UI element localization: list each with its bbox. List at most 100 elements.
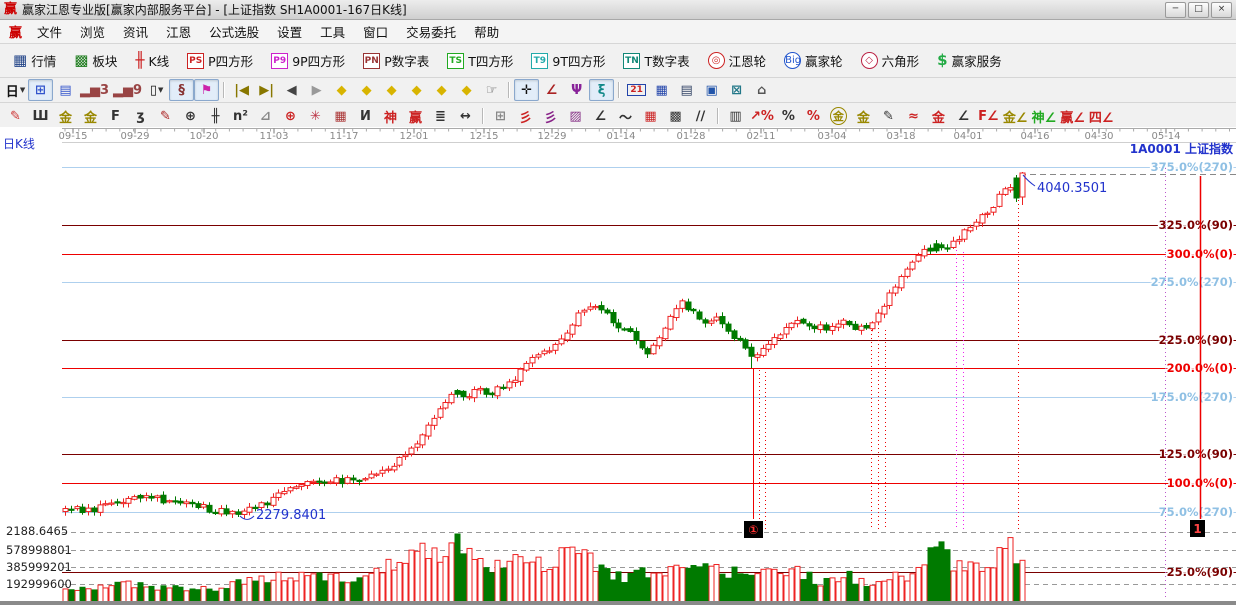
zigzag-tool[interactable]: 〜 xyxy=(613,105,638,127)
pencil-tool[interactable]: ✎ xyxy=(3,105,28,127)
menu-settings[interactable]: 设置 xyxy=(268,20,311,43)
menu-browse[interactable]: 浏览 xyxy=(71,20,114,43)
fan-grid-tool[interactable]: ▨ xyxy=(563,105,588,127)
protractor-tool[interactable]: ⊿ xyxy=(253,105,278,127)
gann-frame-tool[interactable]: ⊞ xyxy=(488,105,513,127)
circle-ruler-tool[interactable]: ⊕ xyxy=(178,105,203,127)
brush-tool[interactable]: ✎ xyxy=(153,105,178,127)
pattern-window-button[interactable]: ⊞ xyxy=(28,79,53,101)
9p-square-button[interactable]: P9 9P四方形 xyxy=(262,47,354,74)
menu-trade-entrust[interactable]: 交易委托 xyxy=(397,20,465,43)
menu-window[interactable]: 窗口 xyxy=(354,20,397,43)
ying-angle-tool[interactable]: 赢∠ xyxy=(1058,105,1087,127)
fan-lines-tool[interactable]: 彡 xyxy=(513,105,538,127)
si-angle-tool[interactable]: 四∠ xyxy=(1087,105,1116,127)
menu-file[interactable]: 文件 xyxy=(28,20,71,43)
percent-tool[interactable]: % xyxy=(776,105,801,127)
spiral-tool[interactable]: ʒ xyxy=(128,105,153,127)
ink-brush-tool[interactable]: ✎ xyxy=(876,105,901,127)
star-target-tool[interactable]: ✳ xyxy=(303,105,328,127)
gold-comb-tool[interactable]: 金 xyxy=(53,105,78,127)
menu-gann[interactable]: 江恩 xyxy=(157,20,200,43)
hand-tool-button[interactable]: ☞ xyxy=(479,79,504,101)
grid-target-tool[interactable]: ▦ xyxy=(328,105,353,127)
t-number-table-button[interactable]: TN T数字表 xyxy=(614,47,698,74)
export-button[interactable]: ⊠ xyxy=(724,79,749,101)
menu-help[interactable]: 帮助 xyxy=(465,20,508,43)
diamond-right-button[interactable]: ◆ xyxy=(354,79,379,101)
ruler-123-tool[interactable]: ≣ xyxy=(428,105,453,127)
notepad-button[interactable]: ▤ xyxy=(674,79,699,101)
menu-tools[interactable]: 工具 xyxy=(311,20,354,43)
diamond-horizontal-button[interactable]: ◆ xyxy=(379,79,404,101)
diamond-left-button[interactable]: ◆ xyxy=(329,79,354,101)
t-square-button[interactable]: TS T四方形 xyxy=(438,47,522,74)
info-list-button[interactable]: ▤ xyxy=(53,79,78,101)
shen-tool[interactable]: 神 xyxy=(378,105,403,127)
window-close-button[interactable]: × xyxy=(1211,1,1232,18)
date-label: 09-29 xyxy=(120,131,149,142)
save-button[interactable]: ▣ xyxy=(699,79,724,101)
slant-lines-tool[interactable]: ∕∕ xyxy=(688,105,713,127)
width-measure-tool[interactable]: ↔ xyxy=(453,105,478,127)
first-bar-button[interactable]: |◀ xyxy=(229,79,254,101)
fan-box-tool[interactable]: 彡 xyxy=(538,105,563,127)
f-angle-tool[interactable]: F∠ xyxy=(976,105,1001,127)
gold-angle-tool[interactable]: 金∠ xyxy=(1001,105,1030,127)
percent-red-tool[interactable]: % xyxy=(801,105,826,127)
diamond-move-button[interactable]: ◆ xyxy=(454,79,479,101)
period-day-button[interactable]: 日 ▼ xyxy=(3,79,28,101)
gann-wheel-button[interactable]: ◎ 江恩轮 xyxy=(699,47,776,74)
gold-circle-tool[interactable]: 金 xyxy=(826,105,851,127)
angle-ruler-button[interactable]: ∠ xyxy=(539,79,564,101)
minor-cycle-9-button[interactable]: ▂▅9 xyxy=(111,79,144,101)
angle-rays-tool[interactable]: ∠ xyxy=(588,105,613,127)
brain-tool-button[interactable]: ξ xyxy=(589,79,615,101)
window-maximize-button[interactable]: □ xyxy=(1188,1,1209,18)
winner-service-button[interactable]: $ 赢家服务 xyxy=(928,47,1010,74)
crosshair-button[interactable]: ✛ xyxy=(514,79,540,101)
sectors-button[interactable]: ▩ 板块 xyxy=(65,47,126,74)
workstation-button[interactable]: ⌂ xyxy=(749,79,774,101)
prev-bar-button[interactable]: ◀ xyxy=(279,79,304,101)
chart-canvas[interactable]: 09-15 09-29 10-20 11-03 11-17 12-01 12-15 12-29… xyxy=(0,127,1236,605)
ruler-comb-tool[interactable]: ╫ xyxy=(203,105,228,127)
candle-style-button[interactable]: ▯ ▼ xyxy=(144,79,169,101)
volume-flag-button[interactable]: ⚑ xyxy=(194,79,220,101)
9t-square-button[interactable]: T9 9T四方形 xyxy=(522,47,614,74)
diamond-expand-button[interactable]: ◆ xyxy=(429,79,454,101)
k-quote-tool[interactable]: И xyxy=(353,105,378,127)
compass-target-tool[interactable]: ⊕ xyxy=(278,105,303,127)
diamond-compress-button[interactable]: ◆ xyxy=(404,79,429,101)
gold-red-tool[interactable]: 金 xyxy=(926,105,951,127)
calendar-button[interactable]: 21 xyxy=(624,79,649,101)
hexagon-button[interactable]: ◇ 六角形 xyxy=(852,47,929,74)
p-square-button[interactable]: PS P四方形 xyxy=(178,47,262,74)
ying-tool[interactable]: 赢 xyxy=(403,105,428,127)
wave-band-tool[interactable]: ≈ xyxy=(901,105,926,127)
shen-angle-tool[interactable]: 神∠ xyxy=(1030,105,1059,127)
p-number-table-button[interactable]: PN P数字表 xyxy=(354,47,438,74)
minor-cycle-3-button[interactable]: ▂▅3 xyxy=(78,79,111,101)
winner-wheel-button[interactable]: Big 赢家轮 xyxy=(775,47,852,74)
window-minimize-button[interactable]: ─ xyxy=(1165,1,1186,18)
red-grid-tool[interactable]: ▦ xyxy=(638,105,663,127)
gold-comb-alt-tool[interactable]: 金 xyxy=(78,105,103,127)
grid-arrow-tool[interactable]: ▩ xyxy=(663,105,688,127)
menu-formula-picker[interactable]: 公式选股 xyxy=(200,20,268,43)
menu-news[interactable]: 资讯 xyxy=(114,20,157,43)
percent-line-tool[interactable]: ↗% xyxy=(748,105,776,127)
scale-chart-tool[interactable]: ▥ xyxy=(723,105,748,127)
next-bar-button[interactable]: ▶ xyxy=(304,79,329,101)
gann-lion-button[interactable]: § xyxy=(169,79,195,101)
calculator-button[interactable]: ▦ xyxy=(649,79,674,101)
gann-shape-button[interactable]: Ψ xyxy=(564,79,589,101)
n-square-tool[interactable]: n² xyxy=(228,105,253,127)
last-bar-button[interactable]: ▶| xyxy=(254,79,279,101)
f-comb-tool[interactable]: F xyxy=(103,105,128,127)
quotes-button[interactable]: ▦ 行情 xyxy=(4,47,65,74)
kline-button[interactable]: ╫ K线 xyxy=(126,47,178,74)
gold-line-tool[interactable]: 金 xyxy=(851,105,876,127)
angle-mark-tool[interactable]: ∠ xyxy=(951,105,976,127)
comb-tool[interactable]: Ш xyxy=(28,105,53,127)
